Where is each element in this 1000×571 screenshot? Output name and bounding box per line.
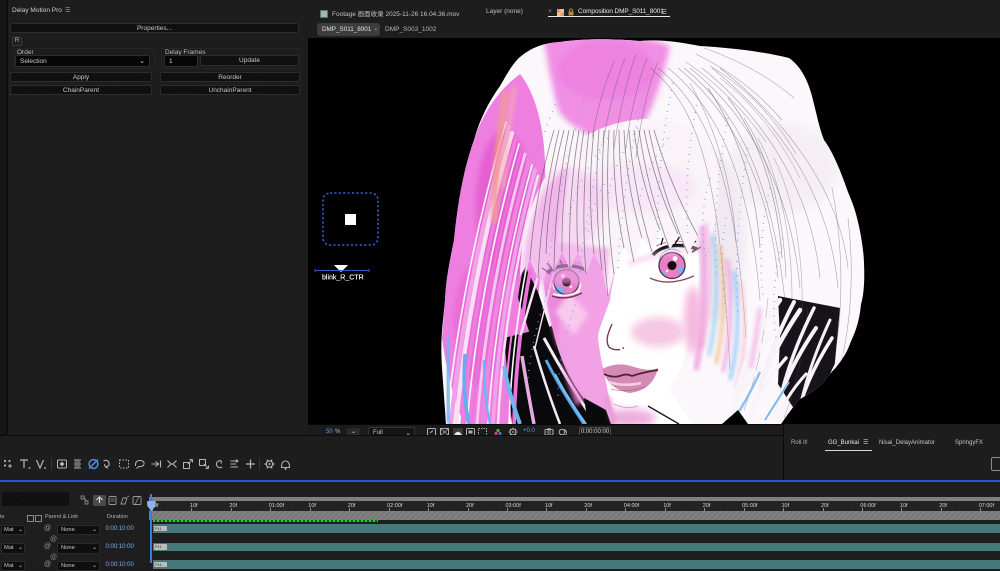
svg-text:blink_R_CTR: blink_R_CTR [322, 275, 364, 282]
